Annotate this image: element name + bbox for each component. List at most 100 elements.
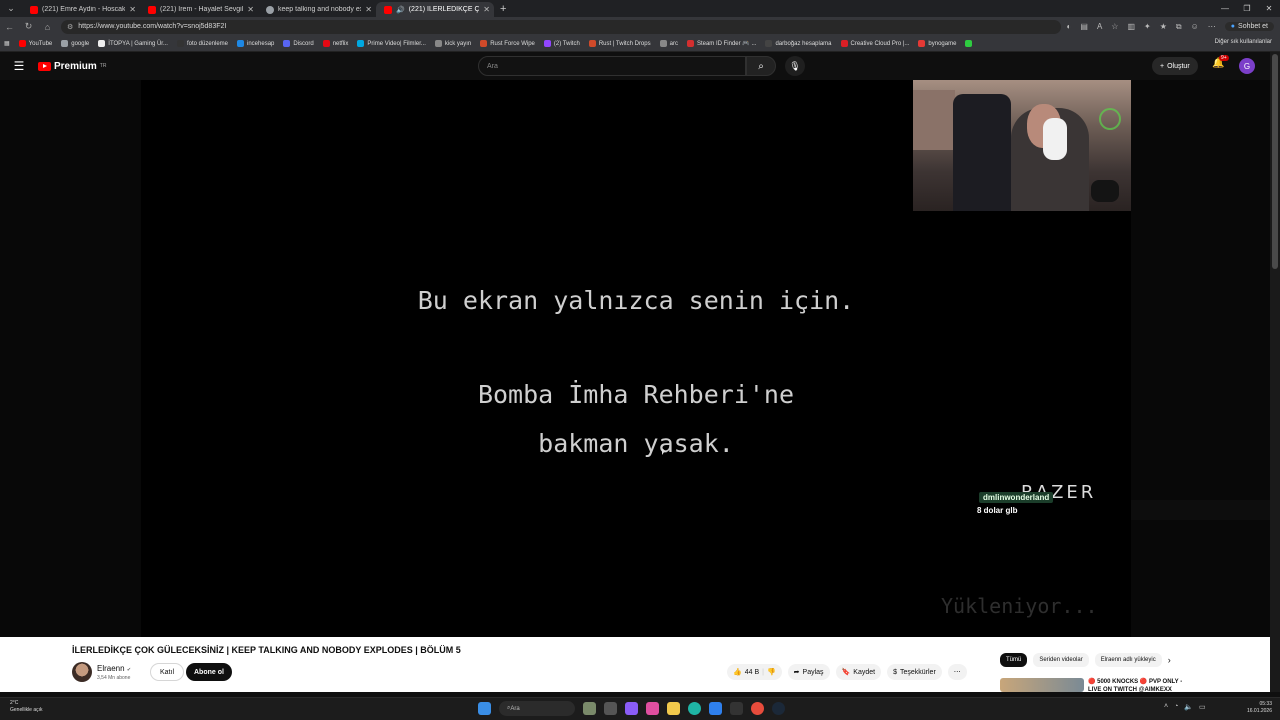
new-tab-plus-icon[interactable]: + xyxy=(500,3,506,15)
subscribe-button[interactable]: Abone ol xyxy=(186,663,232,681)
account-avatar[interactable]: G xyxy=(1239,58,1255,74)
bookmark-item[interactable]: foto düzenleme xyxy=(176,40,228,47)
channel-avatar[interactable] xyxy=(72,662,92,682)
bookmark-item[interactable]: bynogame xyxy=(918,40,956,47)
maximize-icon[interactable]: ❐ xyxy=(1236,0,1258,17)
favorites-icon[interactable]: ★ xyxy=(1160,22,1167,31)
taskbar-search[interactable]: ⌕ Ara xyxy=(499,701,575,716)
back-icon[interactable]: ← xyxy=(0,22,19,32)
battery-icon[interactable]: ▭ xyxy=(1199,703,1206,711)
text-size-icon[interactable]: A xyxy=(1097,22,1102,31)
bookmark-item[interactable]: Prime Video| Filmler... xyxy=(357,40,426,47)
bookmark-item[interactable]: Creative Cloud Pro |... xyxy=(840,40,909,47)
steam-icon[interactable] xyxy=(772,702,785,715)
speaker-icon[interactable]: 🔊 xyxy=(396,6,405,14)
bookmark-star-icon[interactable]: ☆ xyxy=(1111,22,1118,31)
fish-widget-icon[interactable] xyxy=(583,702,596,715)
menu-dots-icon[interactable]: ⋯ xyxy=(1208,22,1216,31)
url-text: https://www.youtube.com/watch?v=snoj5d83… xyxy=(78,23,227,30)
browser-tab[interactable]: (221) İrem - Hayalet Sevgilim (Of✕ xyxy=(140,2,258,17)
browser-tab[interactable]: keep talking and nobody explode ✕ xyxy=(258,2,376,17)
tab-close-icon[interactable]: ✕ xyxy=(129,5,136,14)
reload-icon[interactable]: ↻ xyxy=(19,21,38,32)
page-scrollbar[interactable] xyxy=(1270,52,1280,692)
search-icon: ⌕ xyxy=(758,60,764,72)
chevron-right-icon[interactable]: › xyxy=(1168,655,1171,665)
bookmark-item[interactable]: İTOPYA | Gaming Ür... xyxy=(98,40,168,47)
task-view-icon[interactable] xyxy=(604,702,617,715)
like-button[interactable]: 👍 44 B | 👎 xyxy=(727,664,782,680)
extensions-icon[interactable]: ✦ xyxy=(1144,22,1151,31)
photos-icon[interactable] xyxy=(646,702,659,715)
search-input[interactable]: Ara xyxy=(478,56,746,76)
network-icon[interactable]: ◔ xyxy=(1174,703,1178,711)
video-player[interactable]: Bu ekran yalnızca senin için. Bomba İmha… xyxy=(141,80,1131,637)
thumbs-down-icon[interactable]: 👎 xyxy=(767,668,776,676)
chrome-icon[interactable] xyxy=(751,702,764,715)
site-info-icon[interactable]: ⚙ xyxy=(67,23,73,31)
youtube-premium-logo[interactable]: Premium TR xyxy=(38,61,106,72)
collections-icon[interactable]: ⧉ xyxy=(1176,22,1182,32)
chip-series[interactable]: Seriden videolar xyxy=(1033,653,1089,667)
bookmark-item[interactable]: YouTube xyxy=(18,40,52,47)
chip-all[interactable]: Tümü xyxy=(1000,653,1028,667)
join-button[interactable]: Katıl xyxy=(150,663,185,681)
bookmark-item[interactable]: arc xyxy=(659,40,678,47)
apps-grid-icon[interactable]: ▦ xyxy=(4,40,10,47)
voice-search-mic-icon[interactable]: 🎙 xyxy=(785,56,805,76)
bookmark-item[interactable]: kick yayın xyxy=(434,40,471,47)
save-button[interactable]: 🔖 Kaydet xyxy=(835,664,882,680)
terminal-icon[interactable] xyxy=(730,702,743,715)
file-explorer-icon[interactable] xyxy=(667,702,680,715)
bookmark-item[interactable]: Rust Force Wipe xyxy=(480,40,535,47)
read-mode-icon[interactable]: ▤ xyxy=(1080,22,1088,31)
split-screen-icon[interactable]: ▥ xyxy=(1127,22,1135,31)
profile-icon[interactable]: ☺ xyxy=(1191,22,1199,31)
minimize-icon[interactable]: — xyxy=(1214,0,1236,17)
windows-start-icon[interactable] xyxy=(478,702,491,715)
other-bookmarks[interactable]: Diğer sık kullanılanlar xyxy=(1215,39,1272,45)
system-clock[interactable]: 05:33 16.01.2026 xyxy=(1247,701,1272,715)
bookmark-item[interactable]: netflix xyxy=(322,40,348,47)
weather-widget[interactable]: 2°C Genellikle açık xyxy=(10,700,43,714)
channel-name[interactable]: Elraenn xyxy=(97,664,125,673)
address-bar[interactable]: ⚙ https://www.youtube.com/watch?v=snoj5d… xyxy=(61,19,1061,34)
create-button[interactable]: + Oluştur xyxy=(1152,57,1198,75)
theater-margin-left xyxy=(0,80,141,637)
rec-title[interactable]: 🔴 5000 KNOCKS 🔴 PVP ONLY - LIVE ON TWITC… xyxy=(1088,678,1188,694)
bookmark-item[interactable]: Rust | Twitch Drops xyxy=(588,40,651,47)
home-icon[interactable]: ⌂ xyxy=(38,22,57,32)
bookmark-item[interactable]: darboğaz hesaplama xyxy=(765,40,832,47)
rec-thumbnail[interactable] xyxy=(1000,678,1084,692)
copilot-chat-button[interactable]: ● Sohbet et xyxy=(1224,22,1274,31)
hamburger-menu-icon[interactable]: ☰ xyxy=(0,59,38,73)
tab-close-icon[interactable]: ✕ xyxy=(247,5,254,14)
chip-uploader[interactable]: Elraenn adlı yükleyic xyxy=(1094,653,1162,667)
more-actions-icon[interactable]: ⋯ xyxy=(947,664,967,680)
volume-icon[interactable]: 🔈 xyxy=(1184,703,1193,711)
notifications-bell-icon[interactable]: 🔔 9+ xyxy=(1212,55,1229,69)
bookmark-item[interactable]: Steam ID Finder 🎮 ... xyxy=(686,40,756,47)
store-icon[interactable] xyxy=(709,702,722,715)
bookmark-item[interactable] xyxy=(965,40,973,47)
browser-tab[interactable]: (221) Emre Aydin - Hoscakal - Yo✕ xyxy=(22,2,140,17)
tab-close-icon[interactable]: ✕ xyxy=(365,5,372,14)
channel-name-row[interactable]: Elraenn ✔ xyxy=(97,664,131,673)
close-window-icon[interactable]: ✕ xyxy=(1258,0,1280,17)
browser-tab-active[interactable]: 🔊(221) İLERLEDİKÇE ÇOK GÜL✕ xyxy=(376,2,494,17)
tab-close-icon[interactable]: ✕ xyxy=(483,5,490,14)
recommended-video[interactable]: 🔴 5000 KNOCKS 🔴 PVP ONLY - LIVE ON TWITC… xyxy=(1000,678,1188,694)
tab-search-chevron-icon[interactable]: ⌄ xyxy=(0,0,22,17)
bookmark-item[interactable]: incehesap xyxy=(237,40,274,47)
search-button[interactable]: ⌕ xyxy=(746,56,776,76)
scrollbar-thumb[interactable] xyxy=(1272,54,1278,269)
thanks-button[interactable]: $ Teşekkürler xyxy=(887,664,942,680)
bookmark-item[interactable]: (2) Twitch xyxy=(543,40,580,47)
translate-icon[interactable]: ◐ xyxy=(1067,22,1072,31)
share-button[interactable]: ➦ Paylaş xyxy=(787,664,830,680)
bookmark-item[interactable]: google xyxy=(61,40,89,47)
edge-browser-icon[interactable] xyxy=(688,702,701,715)
bookmark-item[interactable]: Discord xyxy=(283,40,314,47)
tray-chevron-icon[interactable]: ˄ xyxy=(1164,703,1168,711)
copilot-icon[interactable] xyxy=(625,702,638,715)
